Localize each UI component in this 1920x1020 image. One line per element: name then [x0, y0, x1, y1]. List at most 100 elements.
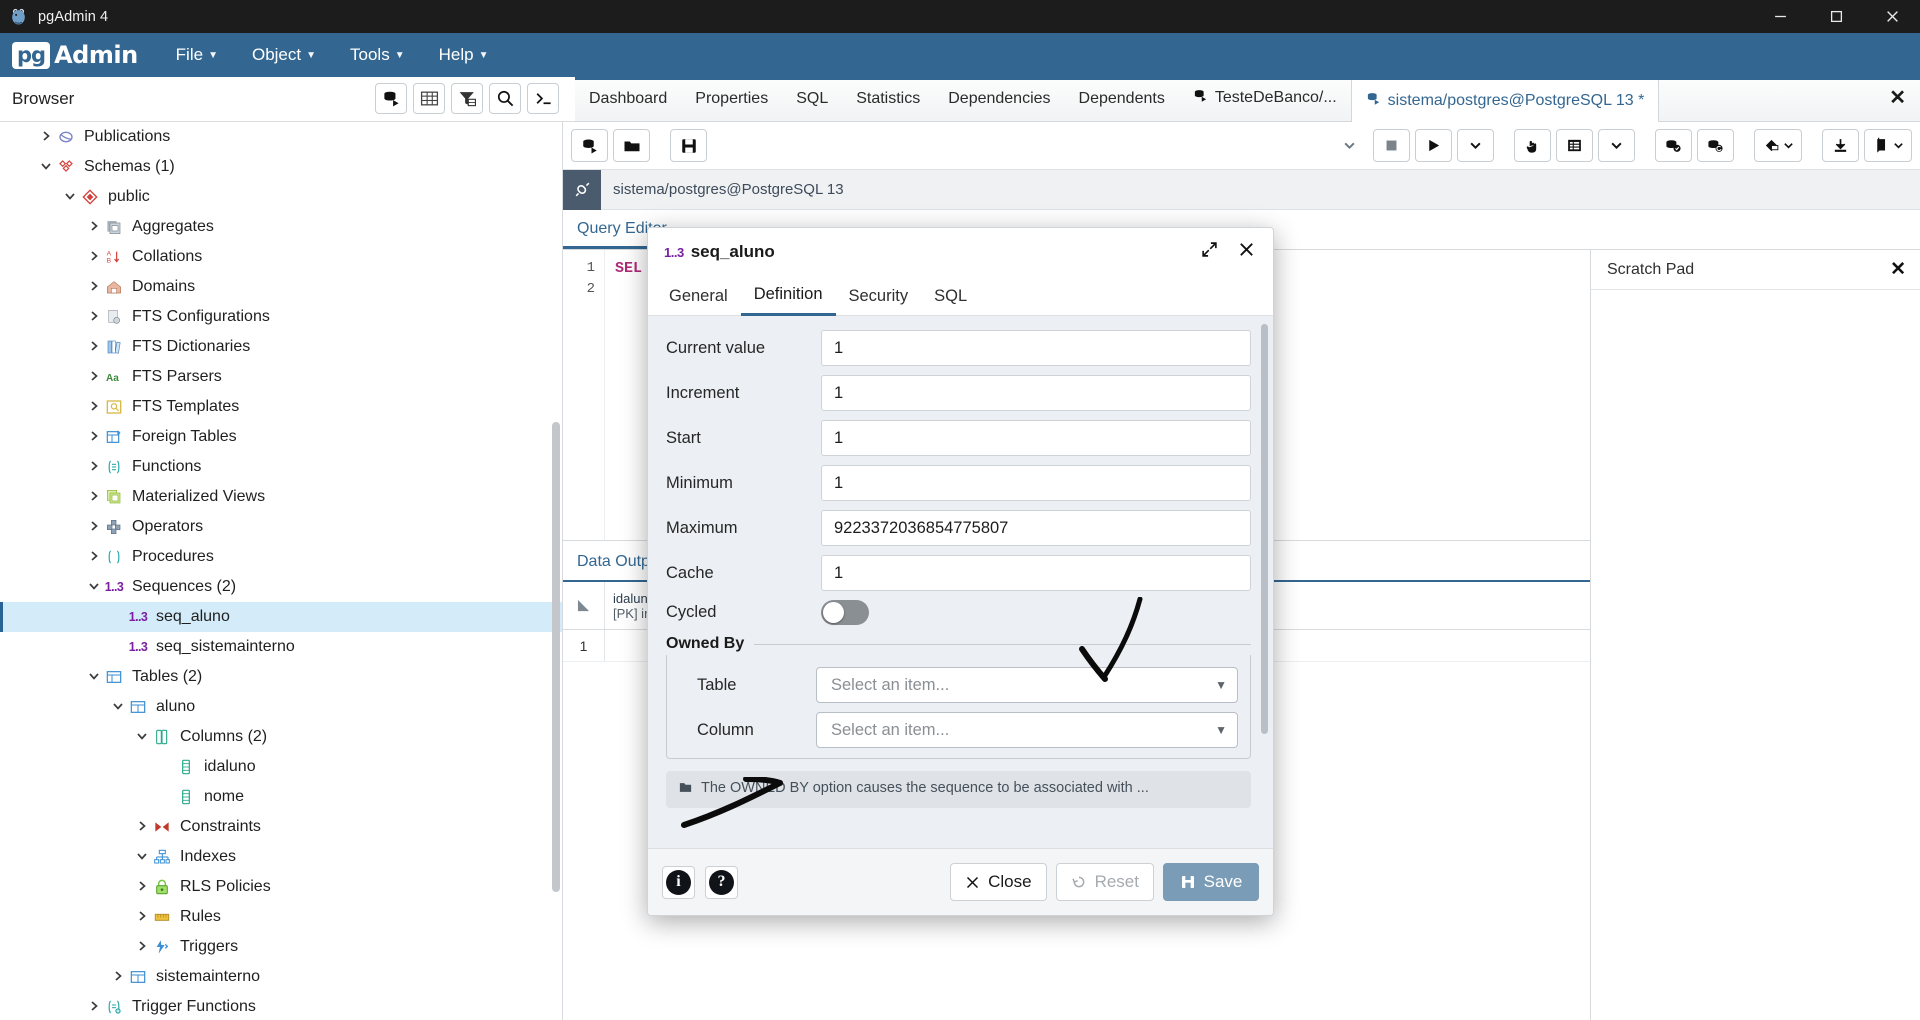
grid-icon[interactable] — [413, 83, 445, 114]
tree-node-tables-2[interactable]: Tables (2) — [0, 662, 562, 692]
tree-node-aluno[interactable]: aluno — [0, 692, 562, 722]
save-file-icon[interactable] — [670, 129, 707, 162]
chevron-right-icon[interactable] — [84, 220, 103, 235]
toolbar-overflow-chevron-icon[interactable] — [1331, 129, 1368, 162]
chevron-right-icon[interactable] — [84, 340, 103, 355]
tree-node-nome[interactable]: nome — [0, 782, 562, 812]
chevron-right-icon[interactable] — [132, 880, 151, 895]
explain-analyze-icon[interactable] — [1556, 129, 1593, 162]
window-maximize-button[interactable] — [1808, 0, 1864, 33]
cache-input[interactable]: 1 — [821, 555, 1251, 591]
object-explorer-icon[interactable] — [375, 83, 407, 114]
dialog-tab-definition[interactable]: Definition — [740, 285, 836, 316]
clear-icon[interactable] — [1754, 129, 1802, 162]
stop-icon[interactable] — [1373, 129, 1410, 162]
chevron-right-icon[interactable] — [108, 970, 127, 985]
connection-name[interactable]: sistema/postgres@PostgreSQL 13 — [601, 181, 856, 198]
tree-node-aggregates[interactable]: Aggregates — [0, 212, 562, 242]
tree-node-publications[interactable]: Publications — [0, 122, 562, 152]
info-button[interactable]: i — [662, 865, 695, 899]
tree-scrollbar[interactable] — [552, 422, 560, 892]
tree-node-collations[interactable]: A B Collations — [0, 242, 562, 272]
owned-table-select[interactable]: Select an item... ▼ — [816, 667, 1238, 703]
menu-help[interactable]: Help ▼ — [435, 42, 493, 68]
search-icon[interactable] — [489, 83, 521, 114]
tree-node-fts-parsers[interactable]: Aa FTS Parsers — [0, 362, 562, 392]
chevron-down-icon[interactable] — [36, 160, 55, 175]
browser-tree[interactable]: Publications Schemas (1) public Aggregates A… — [0, 122, 563, 1020]
tree-node-trigger-functions[interactable]: Trigger Functions — [0, 992, 562, 1020]
chevron-down-icon[interactable] — [84, 580, 103, 595]
tree-node-idaluno[interactable]: idaluno — [0, 752, 562, 782]
chevron-right-icon[interactable] — [132, 910, 151, 925]
menu-file[interactable]: File ▼ — [172, 42, 222, 68]
tree-node-foreign-tables[interactable]: Foreign Tables — [0, 422, 562, 452]
chevron-right-icon[interactable] — [84, 1000, 103, 1015]
tree-node-procedures[interactable]: Procedures — [0, 542, 562, 572]
chevron-right-icon[interactable] — [132, 940, 151, 955]
tab-dashboard[interactable]: Dashboard — [575, 90, 681, 121]
dialog-tab-general[interactable]: General — [656, 287, 741, 315]
tree-node-materialized-views[interactable]: Materialized Views — [0, 482, 562, 512]
tree-node-rules[interactable]: Rules — [0, 902, 562, 932]
tree-node-constraints[interactable]: Constraints — [0, 812, 562, 842]
tree-node-sistemainterno[interactable]: sistemainterno — [0, 962, 562, 992]
tab-dependents[interactable]: Dependents — [1065, 90, 1179, 121]
chevron-down-icon[interactable] — [84, 670, 103, 685]
chevron-right-icon[interactable] — [132, 820, 151, 835]
tab-testedebanco[interactable]: TesteDeBanco/... — [1179, 88, 1351, 121]
dialog-tab-sql[interactable]: SQL — [921, 287, 980, 315]
tree-node-seq-aluno[interactable]: 1..3 seq_aluno — [0, 602, 562, 632]
tree-node-columns-2[interactable]: Columns (2) — [0, 722, 562, 752]
tree-node-rls-policies[interactable]: RLS Policies — [0, 872, 562, 902]
chevron-down-icon[interactable] — [108, 700, 127, 715]
tree-node-public[interactable]: public — [0, 182, 562, 212]
tree-node-operators[interactable]: Operators — [0, 512, 562, 542]
tree-node-fts-templates[interactable]: FTS Templates — [0, 392, 562, 422]
chevron-down-icon[interactable] — [132, 730, 151, 745]
chevron-right-icon[interactable] — [84, 460, 103, 475]
chevron-right-icon[interactable] — [84, 400, 103, 415]
terminal-icon[interactable] — [527, 83, 559, 114]
macros-icon[interactable] — [1864, 129, 1912, 162]
filter-icon[interactable] — [451, 83, 483, 114]
folder-open-icon[interactable] — [613, 129, 650, 162]
chevron-right-icon[interactable] — [84, 280, 103, 295]
download-csv-icon[interactable] — [1822, 129, 1859, 162]
chevron-right-icon[interactable] — [84, 520, 103, 535]
open-file-icon[interactable] — [571, 129, 608, 162]
start-input[interactable]: 1 — [821, 420, 1251, 456]
menu-object[interactable]: Object ▼ — [248, 42, 320, 68]
tree-node-sequences-2[interactable]: 1..3 Sequences (2) — [0, 572, 562, 602]
tree-node-functions[interactable]: Functions — [0, 452, 562, 482]
close-tab-icon[interactable]: ✕ — [1889, 85, 1906, 110]
explain-options-chevron-icon[interactable] — [1598, 129, 1635, 162]
dialog-tab-security[interactable]: Security — [836, 287, 922, 315]
close-dialog-icon[interactable] — [1238, 241, 1255, 263]
chevron-right-icon[interactable] — [84, 550, 103, 565]
menu-tools[interactable]: Tools ▼ — [346, 42, 409, 68]
cycled-toggle[interactable] — [821, 600, 869, 625]
minimum-input[interactable]: 1 — [821, 465, 1251, 501]
tree-node-schemas-1[interactable]: Schemas (1) — [0, 152, 562, 182]
save-button[interactable]: Save — [1163, 863, 1259, 901]
chevron-right-icon[interactable] — [84, 490, 103, 505]
chevron-right-icon[interactable] — [84, 370, 103, 385]
editor-code[interactable]: SEL — [605, 250, 642, 540]
dialog-scrollbar[interactable] — [1261, 324, 1268, 734]
maximum-input[interactable]: 9223372036854775807 — [821, 510, 1251, 546]
chevron-down-icon[interactable] — [60, 190, 79, 205]
explain-icon[interactable] — [1514, 129, 1551, 162]
owned-column-select[interactable]: Select an item... ▼ — [816, 712, 1238, 748]
tree-node-domains[interactable]: Domains — [0, 272, 562, 302]
increment-input[interactable]: 1 — [821, 375, 1251, 411]
expand-dialog-icon[interactable] — [1201, 241, 1218, 263]
execute-play-icon[interactable] — [1415, 129, 1452, 162]
chevron-right-icon[interactable] — [84, 310, 103, 325]
commit-icon[interactable] — [1655, 129, 1692, 162]
tab-properties[interactable]: Properties — [681, 90, 782, 121]
execute-options-chevron-icon[interactable] — [1457, 129, 1494, 162]
close-button[interactable]: Close — [950, 863, 1047, 901]
help-button[interactable]: ? — [705, 865, 738, 899]
tab-statistics[interactable]: Statistics — [842, 90, 934, 121]
